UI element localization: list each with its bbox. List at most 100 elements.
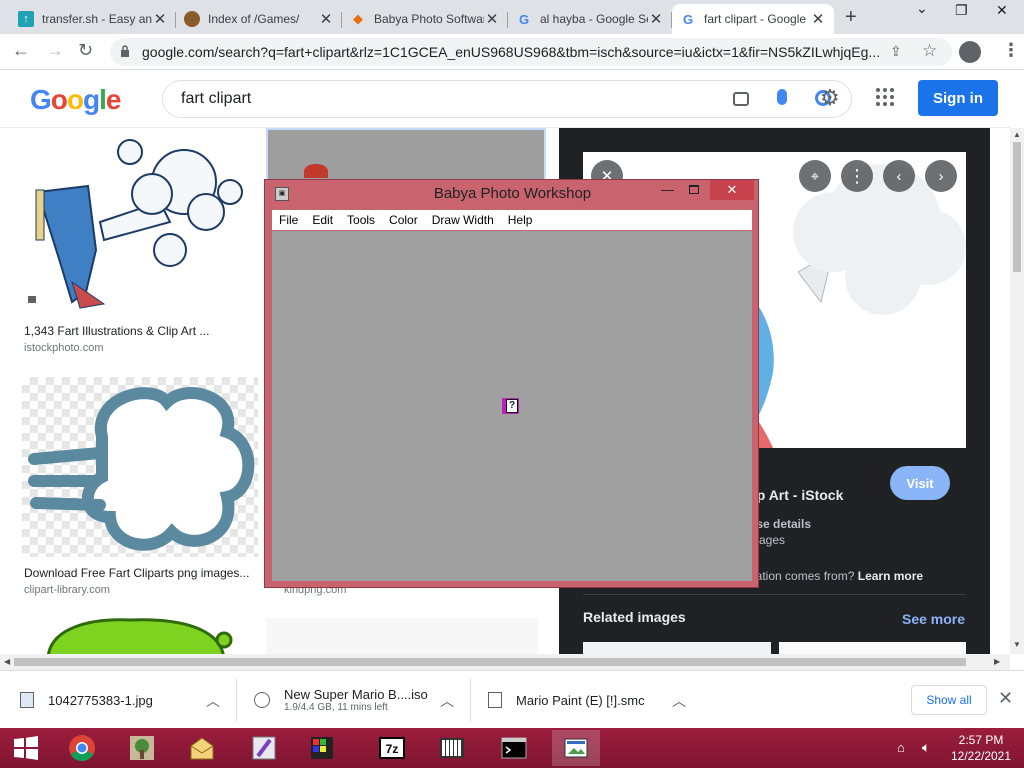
scroll-left-icon[interactable]: ◀ xyxy=(4,657,10,666)
taskbar-terminal[interactable] xyxy=(490,730,538,766)
search-query[interactable]: fart clipart xyxy=(181,90,251,108)
taskbar-app[interactable] xyxy=(298,730,346,766)
lens-search-icon[interactable]: ⌖ xyxy=(799,160,831,192)
google-logo[interactable]: Google xyxy=(30,84,121,116)
menu-kebab-icon[interactable]: ⋮ xyxy=(1002,40,1020,61)
tab-title: al hayba - Google Search xyxy=(540,12,648,26)
tab-strip: ↑ transfer.sh - Easy and fast file shari… xyxy=(0,0,1024,34)
tab-transfer-sh[interactable]: ↑ transfer.sh - Easy and fast file shari… xyxy=(10,4,176,34)
close-window-icon[interactable]: ✕ xyxy=(996,2,1008,19)
tab-al-hayba[interactable]: G al hayba - Google Search ✕ xyxy=(508,4,672,34)
close-tab-icon[interactable]: ✕ xyxy=(152,10,168,28)
taskbar-photo-workshop[interactable] xyxy=(552,730,600,766)
tab-babya-photo-software[interactable]: ◆ Babya Photo Software ✕ xyxy=(342,4,508,34)
chrome-icon xyxy=(69,735,95,762)
result-image[interactable] xyxy=(20,132,254,312)
chevron-down-icon[interactable]: ⌄ xyxy=(916,0,928,17)
menu-draw-width[interactable]: Draw Width xyxy=(425,213,501,227)
share-icon[interactable]: ⇪ xyxy=(890,43,902,60)
clock-time: 2:57 PM xyxy=(958,733,1004,747)
gear-icon[interactable]: ⚙ xyxy=(820,87,840,109)
download-item[interactable]: Mario Paint (E) [!].smc ︿ xyxy=(488,671,698,729)
taskbar-chrome[interactable] xyxy=(58,730,106,766)
next-arrow-icon[interactable]: › xyxy=(925,160,957,192)
tab-title: fart clipart - Google Search xyxy=(704,12,810,26)
taskbar-7zip[interactable]: 7z xyxy=(368,730,416,766)
menu-tools[interactable]: Tools xyxy=(340,213,382,227)
paintbrush-icon xyxy=(252,736,276,760)
green-cloud-image xyxy=(47,618,233,654)
more-options-icon[interactable]: ⋮ xyxy=(841,160,873,192)
close-tab-icon[interactable]: ✕ xyxy=(318,10,334,28)
related-image[interactable] xyxy=(583,642,771,654)
game-icon xyxy=(184,11,200,27)
tab-title: transfer.sh - Easy and fast file sharing xyxy=(42,12,152,26)
taskbar-app[interactable] xyxy=(118,730,166,766)
back-button[interactable]: ← xyxy=(12,40,30,61)
reload-button[interactable]: ↻ xyxy=(78,40,93,61)
tab-index-games[interactable]: Index of /Games/ ✕ xyxy=(176,4,342,34)
result-image[interactable] xyxy=(22,377,258,557)
preview-title[interactable]: lip Art - iStock xyxy=(749,487,843,503)
taskbar-mail[interactable] xyxy=(178,730,226,766)
restore-icon[interactable]: ❐ xyxy=(955,2,968,19)
result-image[interactable] xyxy=(20,618,246,654)
learn-more-link[interactable]: Learn more xyxy=(858,569,923,583)
result-caption[interactable]: Download Free Fart Cliparts png images..… xyxy=(24,566,249,580)
maximize-button[interactable] xyxy=(689,185,699,194)
start-button[interactable] xyxy=(2,730,50,766)
volume-icon[interactable]: 🔈︎ xyxy=(922,739,930,756)
apps-grid-icon[interactable] xyxy=(876,88,894,106)
result-caption[interactable]: 1,343 Fart Illustrations & Clip Art ... xyxy=(24,324,209,338)
result-image[interactable] xyxy=(266,618,538,654)
chevron-up-icon[interactable]: ︿ xyxy=(440,691,454,711)
scrollbar-thumb[interactable] xyxy=(14,658,966,666)
previous-arrow-icon[interactable]: ‹ xyxy=(883,160,915,192)
close-tab-icon[interactable]: ✕ xyxy=(484,10,500,28)
tab-fart-clipart[interactable]: G fart clipart - Google Search ✕ xyxy=(672,4,834,34)
system-clock[interactable]: 2:57 PM 12/22/2021 xyxy=(946,732,1016,764)
taskbar-app[interactable] xyxy=(240,730,288,766)
see-more-link[interactable]: See more xyxy=(902,611,965,627)
new-tab-button[interactable]: + xyxy=(845,6,857,29)
network-icon[interactable]: ⌂ xyxy=(897,740,905,755)
close-icon[interactable]: ✕ xyxy=(998,688,1013,709)
microphone-icon[interactable] xyxy=(777,89,787,105)
babya-photo-workshop-window[interactable]: ▣ Babya Photo Workshop — ✕ File Edit Too… xyxy=(264,179,759,588)
visit-button[interactable]: Visit xyxy=(890,466,950,500)
minimize-button[interactable]: — xyxy=(661,182,674,197)
chevron-up-icon[interactable]: ︿ xyxy=(672,691,686,711)
search-box[interactable]: fart clipart xyxy=(162,80,852,118)
taskbar-app[interactable] xyxy=(428,730,476,766)
profile-avatar[interactable] xyxy=(959,41,981,63)
download-item[interactable]: 1042775383-1.jpg ︿ xyxy=(20,671,230,729)
vertical-scrollbar[interactable]: ▲ ▼ xyxy=(1010,128,1024,654)
close-tab-icon[interactable]: ✕ xyxy=(648,10,664,28)
sign-in-button[interactable]: Sign in xyxy=(918,80,998,116)
download-item[interactable]: New Super Mario B....iso 1.9/4.4 GB, 11 … xyxy=(254,671,464,729)
horizontal-scrollbar[interactable]: ◀ ▶ xyxy=(0,654,1010,670)
close-tab-icon[interactable]: ✕ xyxy=(810,10,826,28)
menu-file[interactable]: File xyxy=(272,213,305,227)
scroll-up-icon[interactable]: ▲ xyxy=(1013,130,1021,139)
close-button[interactable]: ✕ xyxy=(710,180,754,200)
bookmark-star-icon[interactable]: ☆ xyxy=(922,41,937,61)
menu-help[interactable]: Help xyxy=(501,213,540,227)
photo-workshop-icon xyxy=(564,738,588,758)
camera-icon[interactable] xyxy=(733,92,749,106)
forward-button[interactable]: → xyxy=(46,40,64,61)
scroll-down-icon[interactable]: ▼ xyxy=(1013,640,1021,649)
address-bar[interactable]: google.com/search?q=fart+clipart&rlz=1C1… xyxy=(110,38,952,66)
menu-edit[interactable]: Edit xyxy=(305,213,340,227)
browser-toolbar: ← → ↻ google.com/search?q=fart+clipart&r… xyxy=(0,34,1024,70)
related-image[interactable] xyxy=(779,642,966,654)
fart-clipart-image xyxy=(28,139,243,309)
scrollbar-thumb[interactable] xyxy=(1013,142,1021,272)
drawing-canvas[interactable]: ? xyxy=(272,231,752,581)
scroll-right-icon[interactable]: ▶ xyxy=(994,657,1000,666)
menu-color[interactable]: Color xyxy=(382,213,425,227)
result-source[interactable]: clipart-library.com xyxy=(24,584,110,596)
chevron-up-icon[interactable]: ︿ xyxy=(206,691,220,711)
show-all-button[interactable]: Show all xyxy=(911,685,987,715)
result-source[interactable]: istockphoto.com xyxy=(24,342,103,354)
